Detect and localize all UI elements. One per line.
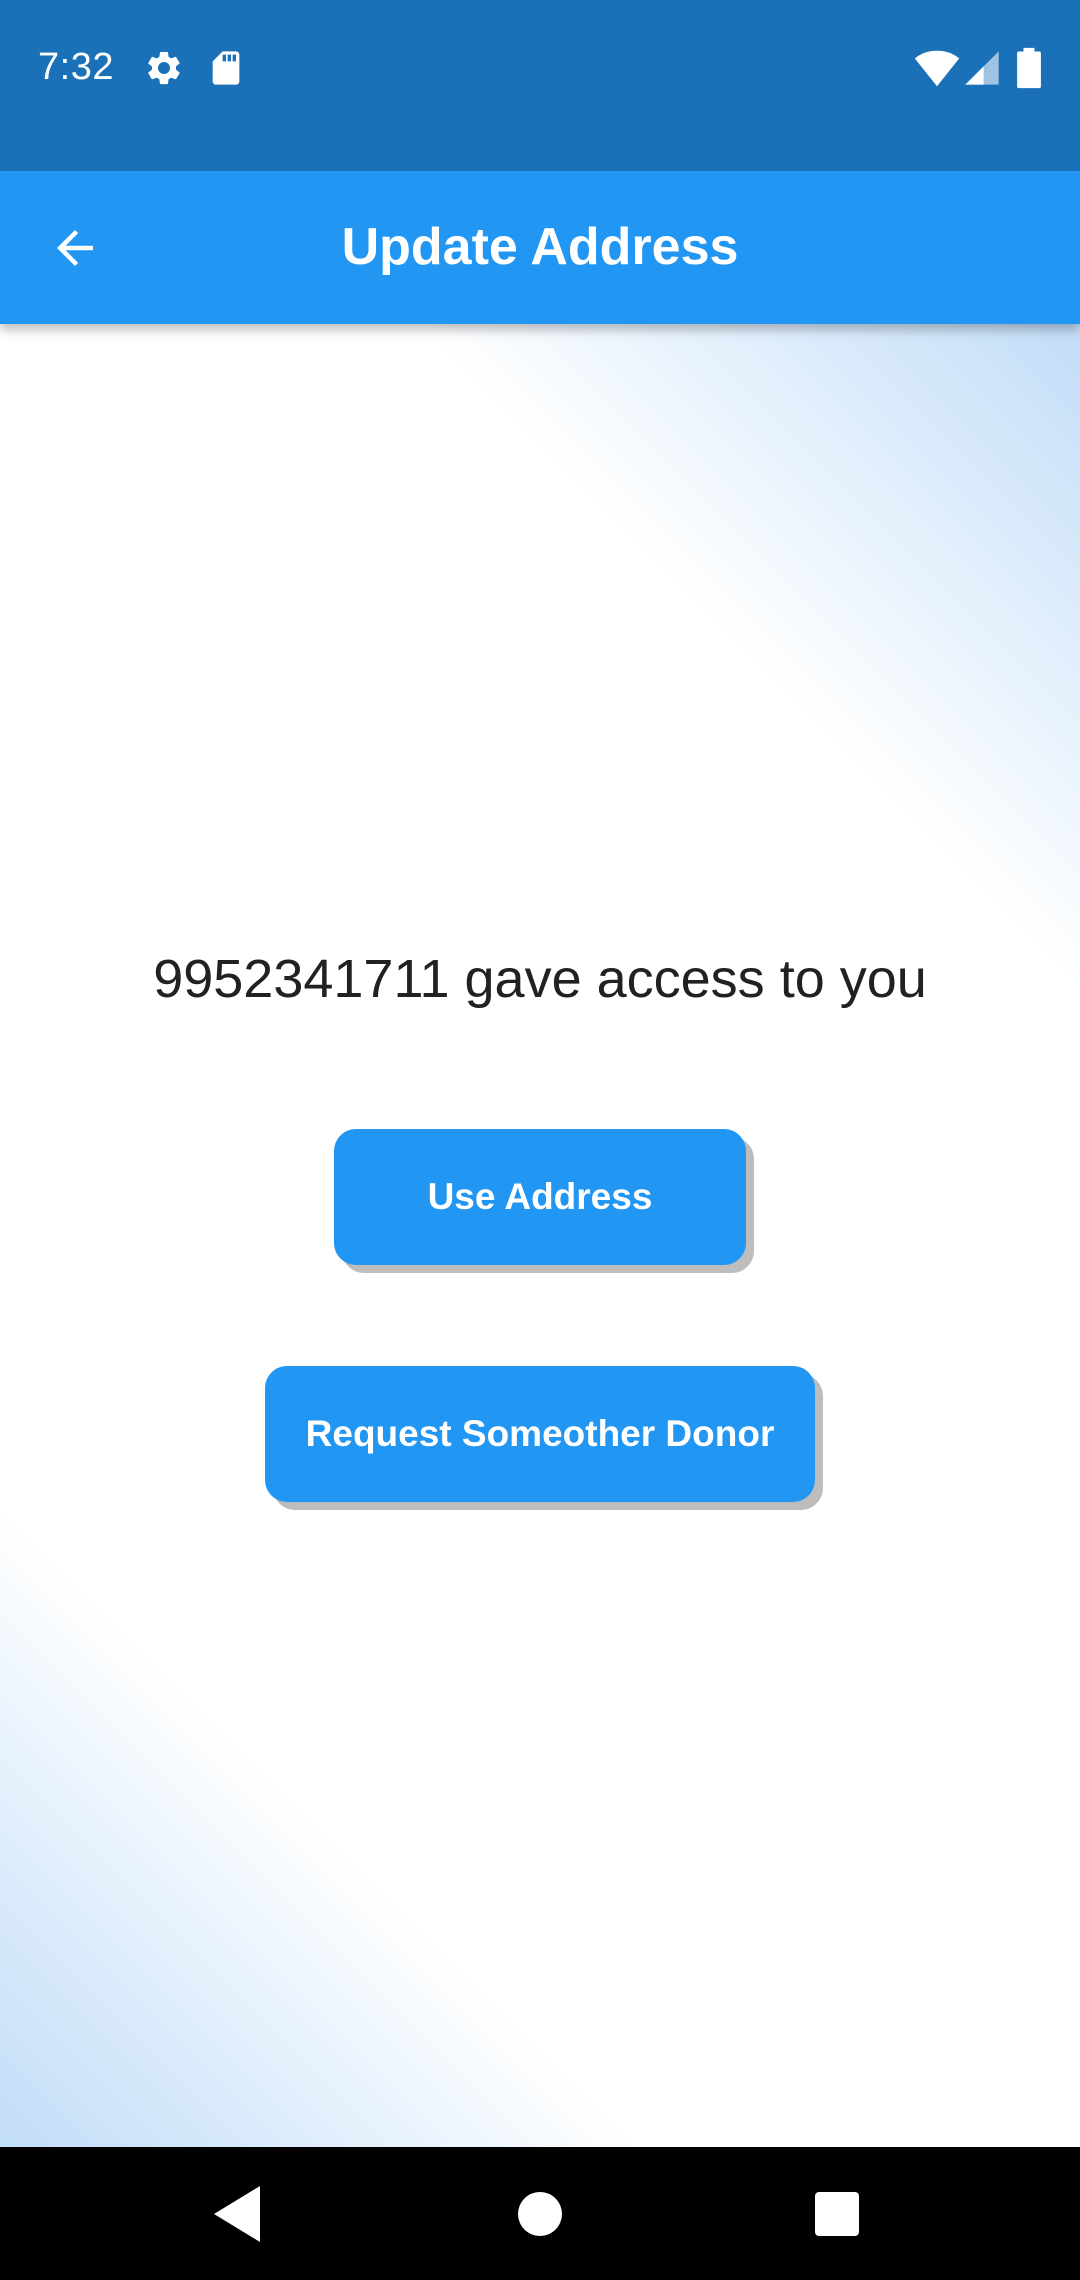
app-bar: Update Address bbox=[0, 171, 1080, 324]
nav-recents-button[interactable] bbox=[797, 2174, 877, 2254]
arrow-back-icon bbox=[30, 221, 120, 275]
wifi-icon bbox=[914, 45, 960, 91]
sd-card-icon bbox=[206, 48, 246, 88]
recents-square-icon bbox=[797, 2174, 877, 2254]
status-bar: 7:32 bbox=[0, 0, 1080, 171]
main-content: 9952341711 gave access to you Use Addres… bbox=[0, 324, 1080, 2147]
back-button[interactable] bbox=[30, 203, 120, 293]
gear-icon bbox=[144, 48, 184, 88]
nav-back-button[interactable] bbox=[200, 2174, 280, 2254]
back-triangle-icon bbox=[200, 2174, 280, 2254]
nav-home-button[interactable] bbox=[500, 2174, 580, 2254]
battery-icon bbox=[1014, 46, 1044, 90]
navigation-bar bbox=[0, 2147, 1080, 2280]
home-circle-icon bbox=[500, 2174, 580, 2254]
request-other-donor-button[interactable]: Request Someother Donor bbox=[265, 1366, 815, 1502]
access-message: 9952341711 gave access to you bbox=[153, 949, 927, 1009]
status-time: 7:32 bbox=[38, 46, 114, 88]
page-title: Update Address bbox=[341, 218, 739, 276]
use-address-button[interactable]: Use Address bbox=[334, 1129, 746, 1265]
signal-icon bbox=[962, 48, 1002, 88]
